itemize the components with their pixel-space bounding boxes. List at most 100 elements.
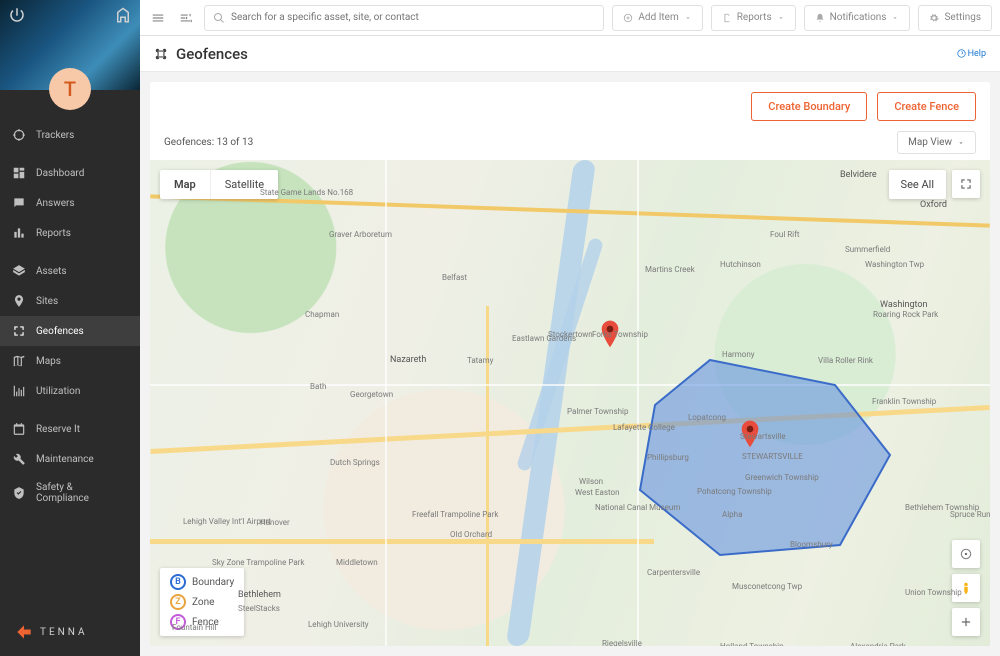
notifications-button[interactable]: Notifications — [804, 5, 911, 31]
topbar: Add Item Reports Notifications Settings — [140, 0, 1000, 36]
road — [150, 539, 654, 544]
layers-icon — [12, 264, 26, 278]
create-boundary-button[interactable]: Create Boundary — [751, 92, 867, 121]
analytics-icon — [12, 384, 26, 398]
help-label: Help — [968, 49, 986, 59]
create-fence-button[interactable]: Create Fence — [877, 92, 976, 121]
legend-letter: B — [170, 574, 186, 590]
sidebar-item-reports[interactable]: Reports — [0, 218, 140, 248]
search-icon — [213, 12, 225, 24]
plus-circle-icon — [623, 13, 633, 23]
hamburger-icon — [151, 11, 165, 25]
avatar[interactable]: T — [49, 68, 91, 110]
brand-logo: TENNA — [0, 608, 140, 656]
sidebar-item-label: Maintenance — [36, 454, 94, 465]
crosshair-icon — [12, 128, 26, 142]
sidebar-item-label: Trackers — [36, 130, 74, 141]
chevron-down-icon — [684, 14, 692, 22]
panel-actions: Create Boundary Create Fence — [150, 92, 990, 131]
zoom-in-button[interactable] — [952, 608, 980, 636]
map-side-controls — [952, 540, 980, 636]
legend-label: Zone — [192, 597, 214, 608]
filter-button[interactable] — [176, 8, 196, 28]
road — [385, 160, 387, 646]
sidebar-item-label: Maps — [36, 356, 61, 367]
topbar-btn-label: Notifications — [830, 12, 887, 23]
bar-chart-icon — [12, 226, 26, 240]
recenter-button[interactable] — [952, 540, 980, 568]
sidebar-item-sites[interactable]: Sites — [0, 286, 140, 316]
reports-button[interactable]: Reports — [711, 5, 796, 31]
legend-label: Fence — [192, 617, 219, 628]
menu-toggle-button[interactable] — [148, 8, 168, 28]
search-field[interactable] — [204, 5, 604, 31]
map-view-label: Map View — [908, 137, 952, 148]
topbar-btn-label: Add Item — [638, 12, 678, 23]
geofence-count: Geofences: 13 of 13 — [164, 137, 253, 148]
logo-mark-icon — [14, 622, 34, 642]
building-icon[interactable] — [114, 6, 132, 28]
panel-subhead: Geofences: 13 of 13 Map View — [150, 131, 990, 160]
content: Create Boundary Create Fence Geofences: … — [140, 72, 1000, 656]
gear-icon — [929, 13, 939, 23]
pegman-button[interactable] — [952, 574, 980, 602]
add-item-button[interactable]: Add Item — [612, 5, 702, 31]
map-type-map[interactable]: Map — [160, 170, 210, 199]
sidebar-item-maintenance[interactable]: Maintenance — [0, 444, 140, 474]
chat-icon — [12, 196, 26, 210]
sidebar-header: T — [0, 0, 140, 90]
chevron-down-icon — [891, 14, 899, 22]
logo-text: TENNA — [40, 627, 88, 638]
location-pin-icon — [12, 294, 26, 308]
sidebar-item-dashboard[interactable]: Dashboard — [0, 158, 140, 188]
legend-row-boundary: BBoundary — [170, 574, 234, 590]
document-icon — [722, 13, 732, 23]
map-pin[interactable] — [740, 420, 760, 448]
page-title-row: Geofences Help — [140, 36, 1000, 72]
road — [486, 306, 489, 646]
shield-check-icon — [12, 486, 26, 500]
sidebar-item-label: Assets — [36, 266, 67, 277]
sidebar-item-assets[interactable]: Assets — [0, 256, 140, 286]
map-type-satellite[interactable]: Satellite — [210, 170, 278, 199]
sidebar-item-trackers[interactable]: Trackers — [0, 120, 140, 150]
map-type-control: Map Satellite — [160, 170, 278, 199]
sidebar-item-maps[interactable]: Maps — [0, 346, 140, 376]
topbar-btn-label: Settings — [944, 12, 981, 23]
power-icon[interactable] — [8, 6, 26, 28]
sidebar-item-reserveit[interactable]: Reserve It — [0, 414, 140, 444]
sidebar-item-label: Geofences — [36, 326, 84, 337]
map-pin[interactable] — [600, 320, 620, 348]
fullscreen-button[interactable] — [952, 170, 980, 198]
legend-row-zone: Z Zone — [170, 594, 234, 610]
sidebar-item-label: Reserve It — [36, 424, 80, 435]
settings-button[interactable]: Settings — [918, 5, 992, 31]
chevron-down-icon — [957, 139, 965, 147]
pegman-icon — [959, 581, 973, 595]
calendar-icon — [12, 422, 26, 436]
search-input[interactable] — [231, 12, 595, 23]
geofence-title-icon — [154, 47, 168, 61]
sidebar-item-label: Utilization — [36, 386, 80, 397]
sidebar-item-label: Answers — [36, 198, 75, 209]
map-icon — [12, 354, 26, 368]
legend-letter: Z — [170, 594, 186, 610]
help-link[interactable]: Help — [957, 49, 986, 59]
bell-icon — [815, 13, 825, 23]
map[interactable]: Map Satellite See All BBoundary Z Zone — [150, 160, 990, 646]
see-all-button[interactable]: See All — [889, 170, 946, 199]
sidebar-item-safety[interactable]: Safety & Compliance — [0, 474, 140, 512]
chevron-down-icon — [777, 14, 785, 22]
sidebar-item-answers[interactable]: Answers — [0, 188, 140, 218]
sidebar-item-utilization[interactable]: Utilization — [0, 376, 140, 406]
dashboard-icon — [12, 166, 26, 180]
avatar-letter: T — [64, 77, 76, 101]
map-view-toggle[interactable]: Map View — [897, 131, 976, 154]
map-legend[interactable]: BBoundary ZZone FFence — [160, 568, 244, 636]
sliders-icon — [179, 11, 193, 25]
target-icon — [959, 547, 973, 561]
main: Add Item Reports Notifications Settings … — [140, 0, 1000, 656]
sidebar: T Trackers Dashboard Answers Reports Ass… — [0, 0, 140, 656]
geofence-polygon[interactable] — [620, 350, 900, 570]
sidebar-item-geofences[interactable]: Geofences — [0, 316, 140, 346]
